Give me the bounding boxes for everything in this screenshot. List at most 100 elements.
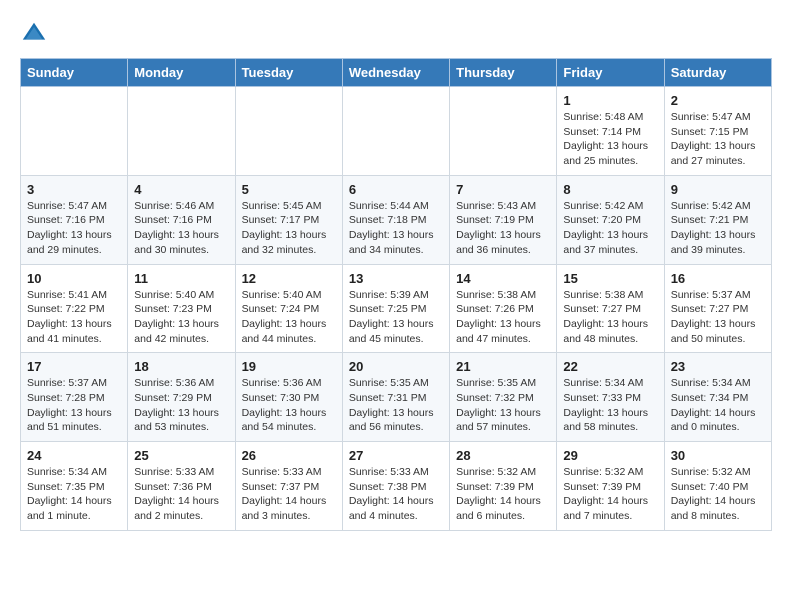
calendar-cell: 14 Sunrise: 5:38 AM Sunset: 7:26 PM Dayli…	[450, 264, 557, 353]
calendar-cell: 30 Sunrise: 5:32 AM Sunset: 7:40 PM Dayli…	[664, 442, 771, 531]
day-number: 7	[456, 182, 550, 197]
calendar-cell	[450, 87, 557, 176]
calendar-cell	[342, 87, 449, 176]
calendar-cell: 12Sunrise: 5:40 AM Sunset: 7:24 PM Dayli…	[235, 264, 342, 353]
calendar-cell: 11 Sunrise: 5:40 AM Sunset: 7:23 PM Dayli…	[128, 264, 235, 353]
header-saturday: Saturday	[664, 59, 771, 87]
day-info: Sunrise: 5:35 AM Sunset: 7:32 PM Dayligh…	[456, 376, 550, 435]
day-info: Sunrise: 5:42 AM Sunset: 7:20 PM Dayligh…	[563, 199, 657, 258]
calendar-cell: 6Sunrise: 5:44 AM Sunset: 7:18 PM Daylig…	[342, 175, 449, 264]
calendar-cell: 24 Sunrise: 5:34 AM Sunset: 7:35 PM Dayli…	[21, 442, 128, 531]
calendar-week-2: 3 Sunrise: 5:47 AM Sunset: 7:16 PM Daylig…	[21, 175, 772, 264]
day-info: Sunrise: 5:40 AM Sunset: 7:23 PM Dayligh…	[134, 288, 228, 347]
day-number: 5	[242, 182, 336, 197]
calendar-cell: 15 Sunrise: 5:38 AM Sunset: 7:27 PM Dayli…	[557, 264, 664, 353]
calendar-header-row: SundayMondayTuesdayWednesdayThursdayFrid…	[21, 59, 772, 87]
day-info: Sunrise: 5:38 AM Sunset: 7:26 PM Dayligh…	[456, 288, 550, 347]
calendar-cell: 23 Sunrise: 5:34 AM Sunset: 7:34 PM Dayli…	[664, 353, 771, 442]
calendar-week-4: 17 Sunrise: 5:37 AM Sunset: 7:28 PM Dayli…	[21, 353, 772, 442]
day-number: 16	[671, 271, 765, 286]
day-info: Sunrise: 5:38 AM Sunset: 7:27 PM Dayligh…	[563, 288, 657, 347]
day-number: 12	[242, 271, 336, 286]
day-info: Sunrise: 5:36 AM Sunset: 7:29 PM Dayligh…	[134, 376, 228, 435]
calendar-week-3: 10 Sunrise: 5:41 AM Sunset: 7:22 PM Dayli…	[21, 264, 772, 353]
day-info: Sunrise: 5:33 AM Sunset: 7:36 PM Dayligh…	[134, 465, 228, 524]
day-number: 28	[456, 448, 550, 463]
day-number: 17	[27, 359, 121, 374]
day-info: Sunrise: 5:44 AM Sunset: 7:18 PM Dayligh…	[349, 199, 443, 258]
day-info: Sunrise: 5:34 AM Sunset: 7:34 PM Dayligh…	[671, 376, 765, 435]
day-number: 23	[671, 359, 765, 374]
header-thursday: Thursday	[450, 59, 557, 87]
calendar-cell: 4 Sunrise: 5:46 AM Sunset: 7:16 PM Daylig…	[128, 175, 235, 264]
calendar-cell: 25 Sunrise: 5:33 AM Sunset: 7:36 PM Dayli…	[128, 442, 235, 531]
day-info: Sunrise: 5:33 AM Sunset: 7:37 PM Dayligh…	[242, 465, 336, 524]
day-info: Sunrise: 5:32 AM Sunset: 7:40 PM Dayligh…	[671, 465, 765, 524]
day-number: 8	[563, 182, 657, 197]
day-number: 14	[456, 271, 550, 286]
day-info: Sunrise: 5:45 AM Sunset: 7:17 PM Dayligh…	[242, 199, 336, 258]
day-info: Sunrise: 5:34 AM Sunset: 7:35 PM Dayligh…	[27, 465, 121, 524]
day-number: 4	[134, 182, 228, 197]
day-number: 26	[242, 448, 336, 463]
day-info: Sunrise: 5:39 AM Sunset: 7:25 PM Dayligh…	[349, 288, 443, 347]
calendar-cell: 10 Sunrise: 5:41 AM Sunset: 7:22 PM Dayli…	[21, 264, 128, 353]
calendar-cell: 29 Sunrise: 5:32 AM Sunset: 7:39 PM Dayli…	[557, 442, 664, 531]
calendar-cell: 18 Sunrise: 5:36 AM Sunset: 7:29 PM Dayli…	[128, 353, 235, 442]
day-info: Sunrise: 5:46 AM Sunset: 7:16 PM Dayligh…	[134, 199, 228, 258]
day-info: Sunrise: 5:42 AM Sunset: 7:21 PM Dayligh…	[671, 199, 765, 258]
day-info: Sunrise: 5:41 AM Sunset: 7:22 PM Dayligh…	[27, 288, 121, 347]
calendar-cell: 1 Sunrise: 5:48 AM Sunset: 7:14 PM Daylig…	[557, 87, 664, 176]
day-number: 24	[27, 448, 121, 463]
day-number: 10	[27, 271, 121, 286]
calendar-cell	[128, 87, 235, 176]
header-sunday: Sunday	[21, 59, 128, 87]
calendar-week-1: 1 Sunrise: 5:48 AM Sunset: 7:14 PM Daylig…	[21, 87, 772, 176]
logo	[20, 20, 52, 48]
day-number: 30	[671, 448, 765, 463]
calendar-cell: 19 Sunrise: 5:36 AM Sunset: 7:30 PM Dayli…	[235, 353, 342, 442]
day-info: Sunrise: 5:48 AM Sunset: 7:14 PM Dayligh…	[563, 110, 657, 169]
day-info: Sunrise: 5:37 AM Sunset: 7:27 PM Dayligh…	[671, 288, 765, 347]
calendar-table: SundayMondayTuesdayWednesdayThursdayFrid…	[20, 58, 772, 531]
day-number: 18	[134, 359, 228, 374]
day-number: 1	[563, 93, 657, 108]
day-info: Sunrise: 5:32 AM Sunset: 7:39 PM Dayligh…	[563, 465, 657, 524]
calendar-cell: 7 Sunrise: 5:43 AM Sunset: 7:19 PM Daylig…	[450, 175, 557, 264]
calendar-cell	[235, 87, 342, 176]
calendar-cell	[21, 87, 128, 176]
day-info: Sunrise: 5:34 AM Sunset: 7:33 PM Dayligh…	[563, 376, 657, 435]
header-monday: Monday	[128, 59, 235, 87]
calendar-cell: 17 Sunrise: 5:37 AM Sunset: 7:28 PM Dayli…	[21, 353, 128, 442]
day-info: Sunrise: 5:37 AM Sunset: 7:28 PM Dayligh…	[27, 376, 121, 435]
day-number: 11	[134, 271, 228, 286]
calendar-cell: 9 Sunrise: 5:42 AM Sunset: 7:21 PM Daylig…	[664, 175, 771, 264]
day-number: 22	[563, 359, 657, 374]
day-info: Sunrise: 5:47 AM Sunset: 7:16 PM Dayligh…	[27, 199, 121, 258]
day-number: 21	[456, 359, 550, 374]
day-info: Sunrise: 5:36 AM Sunset: 7:30 PM Dayligh…	[242, 376, 336, 435]
day-number: 9	[671, 182, 765, 197]
calendar-week-5: 24 Sunrise: 5:34 AM Sunset: 7:35 PM Dayli…	[21, 442, 772, 531]
day-info: Sunrise: 5:43 AM Sunset: 7:19 PM Dayligh…	[456, 199, 550, 258]
calendar-cell: 16 Sunrise: 5:37 AM Sunset: 7:27 PM Dayli…	[664, 264, 771, 353]
calendar-cell: 20Sunrise: 5:35 AM Sunset: 7:31 PM Dayli…	[342, 353, 449, 442]
day-number: 27	[349, 448, 443, 463]
day-info: Sunrise: 5:33 AM Sunset: 7:38 PM Dayligh…	[349, 465, 443, 524]
day-number: 29	[563, 448, 657, 463]
header-tuesday: Tuesday	[235, 59, 342, 87]
calendar-cell: 27 Sunrise: 5:33 AM Sunset: 7:38 PM Dayli…	[342, 442, 449, 531]
day-number: 19	[242, 359, 336, 374]
day-info: Sunrise: 5:47 AM Sunset: 7:15 PM Dayligh…	[671, 110, 765, 169]
calendar-cell: 28 Sunrise: 5:32 AM Sunset: 7:39 PM Dayli…	[450, 442, 557, 531]
day-number: 25	[134, 448, 228, 463]
calendar-cell: 26 Sunrise: 5:33 AM Sunset: 7:37 PM Dayli…	[235, 442, 342, 531]
page-header	[20, 20, 772, 48]
day-info: Sunrise: 5:32 AM Sunset: 7:39 PM Dayligh…	[456, 465, 550, 524]
day-number: 2	[671, 93, 765, 108]
day-number: 13	[349, 271, 443, 286]
calendar-cell: 13 Sunrise: 5:39 AM Sunset: 7:25 PM Dayli…	[342, 264, 449, 353]
calendar-cell: 5 Sunrise: 5:45 AM Sunset: 7:17 PM Daylig…	[235, 175, 342, 264]
day-number: 15	[563, 271, 657, 286]
day-number: 3	[27, 182, 121, 197]
